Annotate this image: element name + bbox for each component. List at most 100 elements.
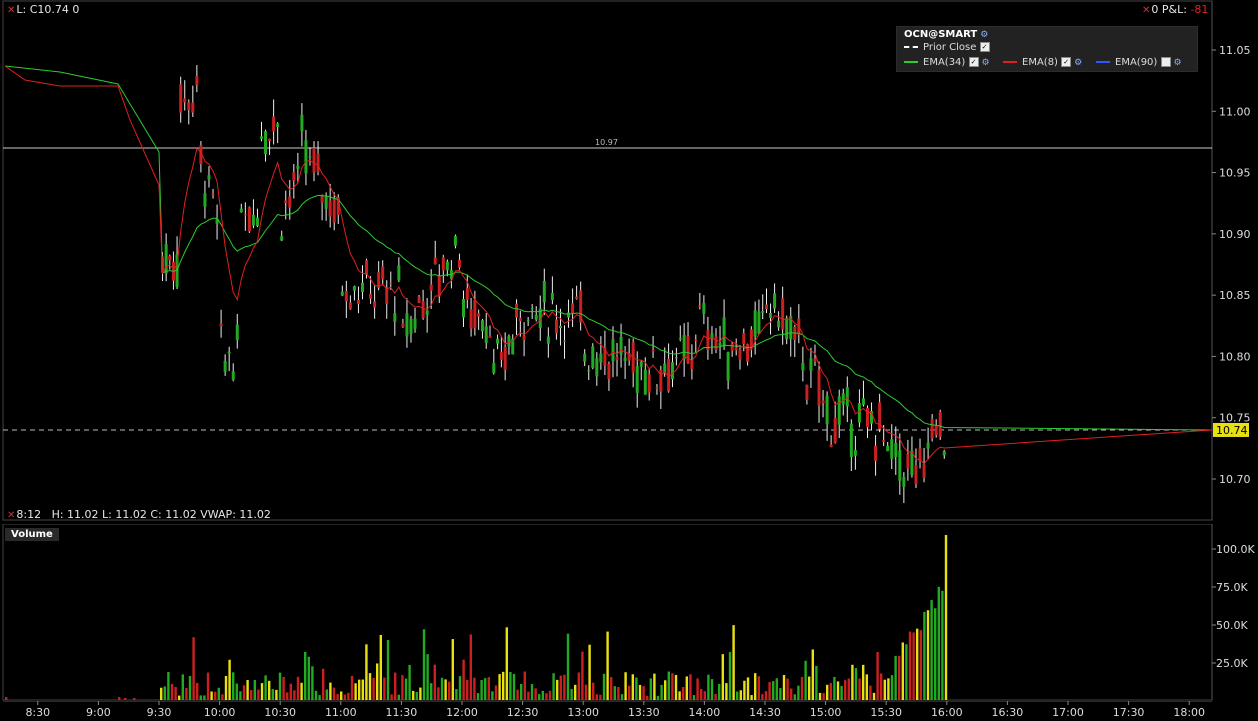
candle-body bbox=[473, 300, 477, 328]
volume-bar bbox=[340, 691, 343, 700]
volume-bar bbox=[815, 665, 818, 700]
candle-body bbox=[187, 102, 191, 111]
volume-chart-svg[interactable]: 100.0K 75.0K 50.0K 25.0K bbox=[0, 524, 1258, 701]
candle-body bbox=[433, 257, 437, 265]
candle-body bbox=[296, 165, 300, 169]
legend-item-ema34[interactable]: EMA(34) ⚙ bbox=[904, 57, 990, 68]
candle-body bbox=[515, 303, 519, 318]
volume-bar bbox=[473, 677, 476, 700]
legend-item-ema90[interactable]: EMA(90) ⚙ bbox=[1096, 57, 1182, 68]
candle-body bbox=[619, 336, 623, 355]
volume-bar bbox=[592, 682, 595, 700]
candle-body bbox=[777, 320, 781, 328]
volume-bar bbox=[178, 695, 181, 700]
volume-bar bbox=[865, 674, 868, 700]
volume-bar bbox=[602, 673, 606, 700]
candle-body bbox=[761, 311, 765, 313]
candle-body bbox=[805, 384, 809, 400]
volume-bar bbox=[782, 674, 786, 700]
volume-bar bbox=[372, 678, 375, 700]
settings-icon[interactable]: ⚙ bbox=[982, 58, 990, 68]
settings-icon[interactable]: ⚙ bbox=[1074, 58, 1082, 68]
volume-bar bbox=[919, 630, 922, 700]
volume-bar bbox=[700, 688, 703, 700]
volume-bar bbox=[577, 672, 580, 700]
volume-bar bbox=[779, 688, 782, 700]
candle-body bbox=[203, 193, 207, 207]
volume-bar bbox=[638, 684, 642, 700]
legend-label: EMA(34) bbox=[923, 57, 966, 68]
legend-label: Prior Close bbox=[923, 42, 977, 53]
line-swatch-icon bbox=[904, 61, 918, 63]
checkbox-icon[interactable] bbox=[968, 57, 979, 67]
candle-body bbox=[607, 363, 611, 380]
checkbox-icon[interactable] bbox=[1061, 57, 1072, 67]
candle-body bbox=[288, 196, 292, 208]
settings-icon[interactable]: ⚙ bbox=[1174, 58, 1182, 68]
time-axis[interactable]: 8:30 9:00 9:30 10:00 10:30 11:00 11:30 12:00 12:… bbox=[0, 701, 1258, 721]
volume-bar bbox=[336, 694, 339, 700]
candle-body bbox=[591, 346, 595, 368]
candle-body bbox=[195, 76, 199, 85]
candle-body bbox=[817, 370, 821, 406]
candle-body bbox=[587, 370, 591, 372]
volume-bar bbox=[624, 672, 627, 700]
volume-bar bbox=[282, 676, 285, 700]
volume-bar bbox=[494, 685, 498, 700]
volume-bar bbox=[570, 688, 573, 700]
volume-bar bbox=[188, 675, 192, 700]
volume-bar bbox=[538, 694, 541, 700]
volume-bar bbox=[268, 680, 271, 700]
candle-body bbox=[894, 442, 898, 457]
volume-bar bbox=[246, 680, 249, 700]
volume-bar bbox=[523, 671, 526, 700]
status-text: 8:12 H: 11.02 L: 11.02 C: 11.02 VWAP: 11… bbox=[16, 508, 271, 521]
header-left-text: L: C10.74 0 bbox=[16, 3, 80, 16]
volume-bar bbox=[703, 691, 706, 700]
volume-bar bbox=[386, 640, 390, 700]
volume-bar bbox=[736, 691, 739, 700]
checkbox-icon[interactable] bbox=[979, 42, 990, 52]
candle-body bbox=[480, 320, 484, 332]
volume-bar bbox=[556, 679, 559, 700]
volume-panel[interactable]: 100.0K 75.0K 50.0K 25.0K bbox=[0, 524, 1258, 701]
close-icon[interactable]: ✕ bbox=[7, 5, 15, 16]
volume-bar bbox=[192, 637, 195, 700]
candle-body bbox=[276, 123, 280, 127]
candle-body bbox=[809, 358, 813, 371]
price-chart-panel[interactable]: 11.05 11.00 10.95 10.90 10.85 10.80 10.75 10.70… bbox=[0, 0, 1258, 523]
candle-body bbox=[655, 387, 659, 389]
candle-body bbox=[882, 440, 886, 442]
candle-body bbox=[801, 362, 805, 371]
time-axis-label: 10:00 bbox=[204, 706, 236, 719]
candle-body bbox=[554, 319, 558, 334]
volume-bar bbox=[383, 677, 386, 700]
volume-bar bbox=[790, 688, 793, 700]
volume-bar bbox=[905, 644, 908, 700]
volume-bar bbox=[206, 672, 210, 700]
close-icon[interactable]: ✕ bbox=[7, 510, 15, 521]
candle-body bbox=[405, 313, 409, 337]
candle-body bbox=[833, 418, 837, 443]
legend-item-prior-close[interactable]: Prior Close bbox=[904, 42, 990, 53]
volume-bar bbox=[170, 683, 174, 700]
volume-bar bbox=[250, 690, 253, 700]
volume-bar bbox=[667, 671, 670, 700]
candle-body bbox=[373, 301, 377, 308]
volume-bar bbox=[937, 586, 940, 700]
volume-bar bbox=[318, 695, 321, 700]
candle-body bbox=[890, 439, 894, 459]
settings-icon[interactable]: ⚙ bbox=[980, 30, 988, 40]
candle-body bbox=[841, 393, 845, 405]
reference-line-label: 10.97 bbox=[595, 138, 618, 147]
candle-body bbox=[462, 298, 465, 318]
legend-item-ema8[interactable]: EMA(8) ⚙ bbox=[1003, 57, 1082, 68]
volume-bar bbox=[559, 675, 562, 700]
checkbox-icon[interactable] bbox=[1160, 57, 1171, 67]
close-icon[interactable]: ✕ bbox=[1142, 5, 1150, 16]
volume-bar bbox=[689, 674, 692, 700]
candle-body bbox=[340, 291, 344, 296]
price-chart-svg[interactable]: 11.05 11.00 10.95 10.90 10.85 10.80 10.75 10.70… bbox=[0, 0, 1258, 523]
time-axis-label: 13:00 bbox=[567, 706, 599, 719]
candle-body bbox=[300, 114, 304, 132]
